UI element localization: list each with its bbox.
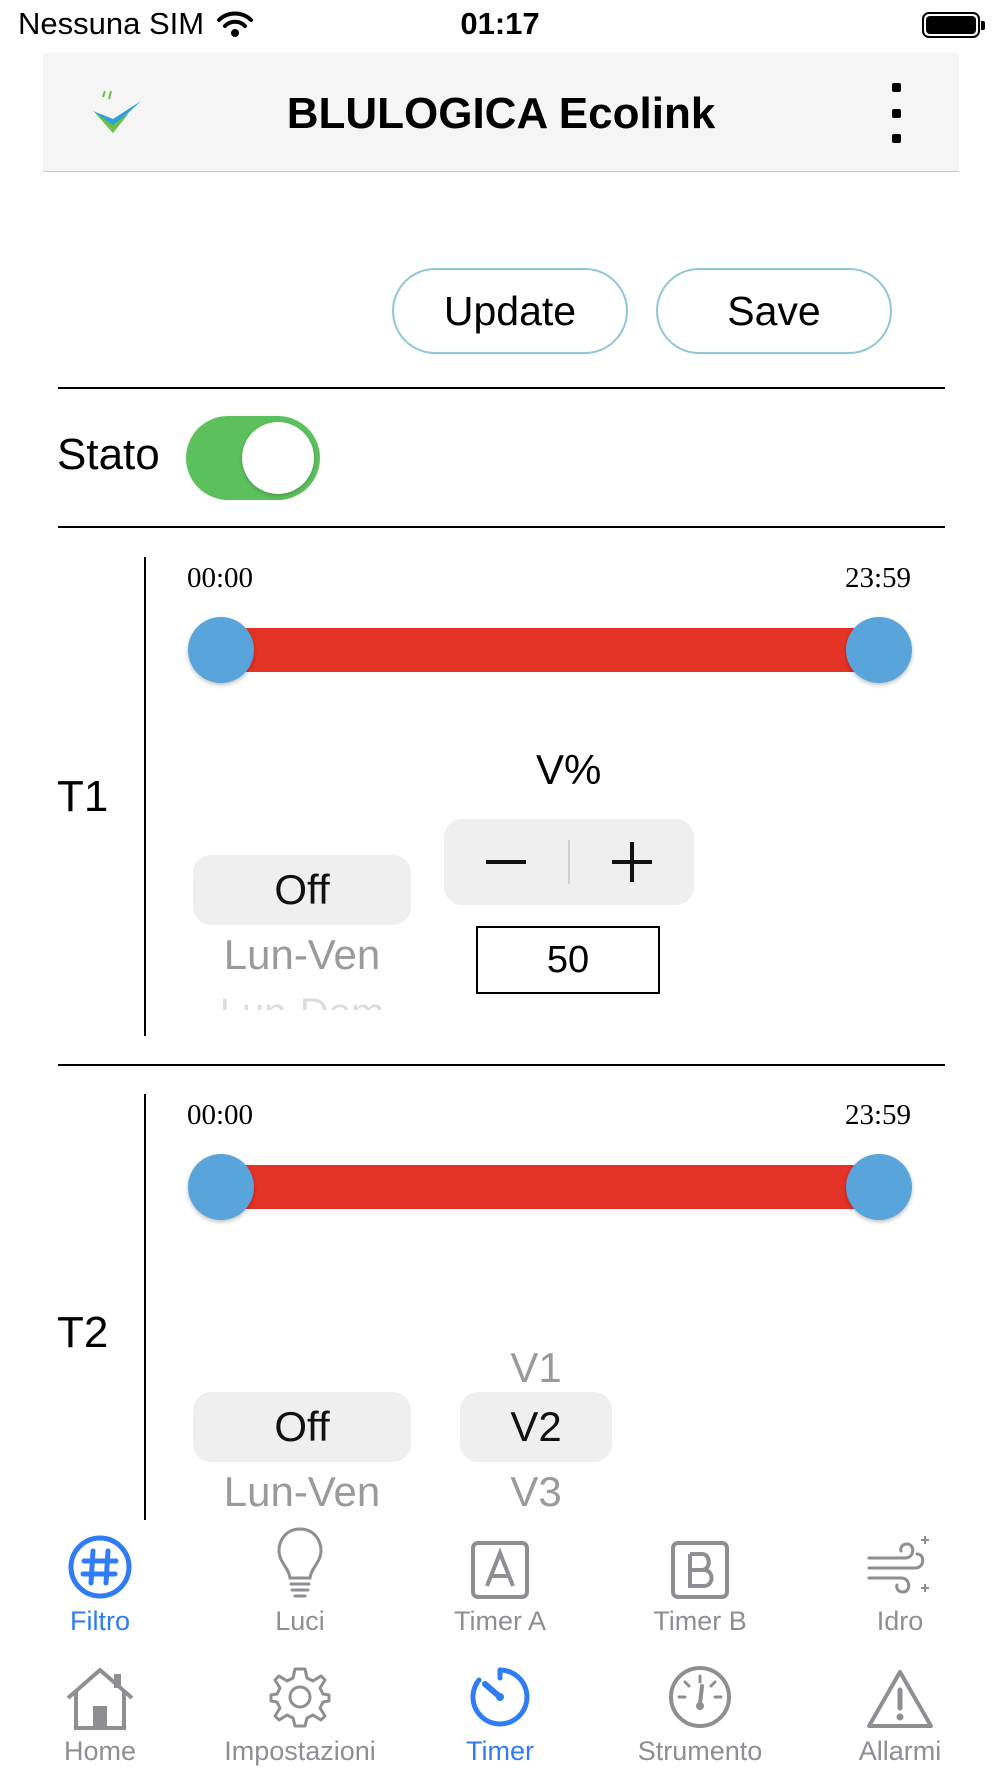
tab-label: Home [63,1736,137,1766]
t2-separator [144,1094,146,1520]
gauge-icon [669,1666,731,1728]
gear-icon [269,1667,331,1728]
main-tab-bar: Home Impostazioni Timer Strumento Allarm… [0,1658,1000,1767]
t1-day-picker-option[interactable]: Lun-Ven [193,931,411,979]
t2-speed-picker-selected[interactable]: V2 [460,1392,612,1462]
tab-filtro[interactable]: Filtro [0,1528,200,1637]
divider [58,387,945,389]
t2-end-time: 23:59 [845,1099,912,1131]
t1-start-time: 00:00 [187,562,254,594]
timer-t2-label: T2 [57,1308,109,1357]
t1-range-end-handle[interactable] [846,617,912,683]
tab-timer-a[interactable]: Timer A [400,1528,600,1637]
t2-start-time: 00:00 [187,1099,254,1131]
timer-icon [470,1667,530,1727]
t2-day-picker-selected[interactable]: Off [193,1392,411,1462]
divider [58,1064,945,1066]
home-icon [66,1668,134,1730]
warning-icon [867,1670,933,1728]
tab-allarmi[interactable]: Allarmi [800,1658,1000,1767]
tab-label: Strumento [637,1736,763,1766]
tab-label: Timer [466,1736,534,1766]
t2-speed-picker-option[interactable]: V3 [460,1468,612,1516]
timer-t1-label: T1 [57,772,109,821]
battery-icon [922,12,985,38]
t1-speed-value-field[interactable]: 50 [476,926,660,994]
tab-label: Luci [275,1606,325,1636]
divider [58,526,945,528]
plus-icon [612,842,652,882]
stepper-minus-button[interactable] [444,819,568,905]
tab-label: Timer B [653,1606,747,1636]
stato-toggle[interactable] [186,416,320,500]
tab-label: Allarmi [858,1736,942,1766]
t2-range-end-handle[interactable] [846,1154,912,1220]
tab-label: Timer A [453,1606,546,1636]
minus-icon [486,860,526,864]
tab-label: Idro [876,1606,924,1636]
tab-label: Impostazioni [224,1736,376,1766]
tab-timer[interactable]: Timer [400,1658,600,1767]
status-time: 01:17 [460,6,540,41]
t1-range-track [220,628,880,672]
more-menu-icon[interactable] [891,83,901,143]
stepper-plus-button[interactable] [570,819,694,905]
tab-impostazioni[interactable]: Impostazioni [200,1658,400,1767]
tab-luci[interactable]: Luci [200,1527,400,1637]
tab-timer-b[interactable]: Timer B [600,1528,800,1637]
t2-range-start-handle[interactable] [188,1154,254,1220]
t1-day-picker-option[interactable]: Lun-Dom [193,990,411,1010]
t1-speed-label: V% [536,746,602,793]
letter-b-icon [671,1541,729,1599]
t2-speed-picker-option[interactable]: V1 [460,1344,612,1392]
t1-range-start-handle[interactable] [188,617,254,683]
letter-a-icon [471,1541,529,1599]
tab-label: Filtro [70,1606,130,1636]
update-button[interactable]: Update [392,268,628,354]
tab-idro[interactable]: Idro [800,1528,1000,1637]
t2-day-picker-option[interactable]: Lun-Ven [193,1468,411,1516]
tab-home[interactable]: Home [0,1658,200,1767]
app-title: BLULOGICA Ecolink [286,89,716,138]
app-header: BLULOGICA Ecolink [43,53,959,172]
sub-tab-bar: Filtro Luci Timer A Timer B Idro [0,1527,1000,1637]
grid-hash-icon [68,1535,132,1599]
wind-icon [867,1536,929,1594]
t1-day-picker-selected[interactable]: Off [193,855,411,925]
t1-separator [144,557,146,1036]
stato-label: Stato [57,430,160,479]
lightbulb-icon [277,1527,323,1598]
t2-range-track [220,1165,880,1209]
tab-strumento[interactable]: Strumento [600,1658,800,1767]
t1-speed-stepper [444,819,694,905]
save-button[interactable]: Save [656,268,892,354]
t1-end-time: 23:59 [845,562,912,594]
